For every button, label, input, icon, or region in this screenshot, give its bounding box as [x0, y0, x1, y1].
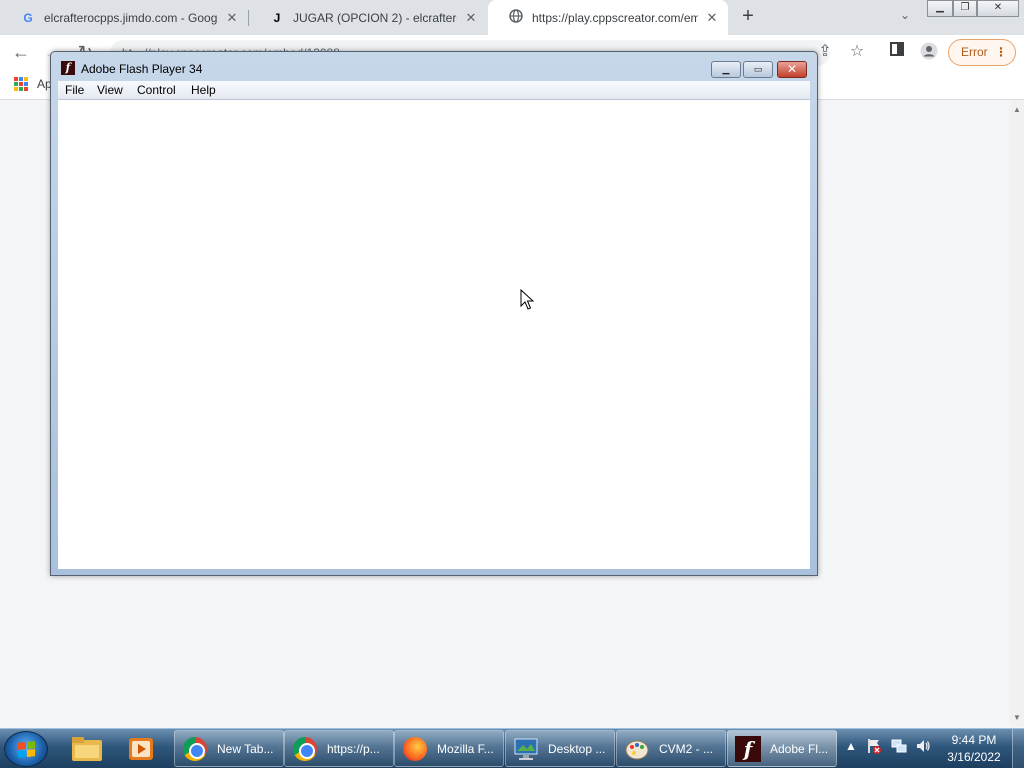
- close-icon[interactable]: ✕: [704, 10, 720, 26]
- browser-tab-strip: G elcrafterocpps.jimdo.com - Goog ✕ J JU…: [0, 0, 1024, 35]
- globe-icon: [508, 9, 524, 26]
- show-hidden-icons-icon[interactable]: ▲: [843, 738, 859, 754]
- taskbar-button-label: https://p...: [327, 741, 380, 756]
- taskbar-button-firefox[interactable]: Mozilla F...: [394, 730, 504, 767]
- new-tab-button[interactable]: +: [736, 5, 760, 29]
- system-clock[interactable]: 9:44 PM 3/16/2022: [940, 732, 1008, 766]
- clock-date: 3/16/2022: [947, 750, 1001, 764]
- show-desktop-button[interactable]: [1012, 729, 1024, 768]
- tab-cppscreator[interactable]: https://play.cppscreator.com/em ✕: [488, 0, 728, 35]
- flash-content-area[interactable]: [58, 100, 810, 569]
- side-panel-icon[interactable]: [886, 42, 908, 64]
- mouse-cursor-icon: [520, 288, 535, 311]
- menu-help[interactable]: Help: [191, 83, 216, 97]
- volume-icon[interactable]: [915, 738, 931, 754]
- maximize-icon[interactable]: ▭: [743, 61, 773, 78]
- media-player-pin[interactable]: [116, 731, 166, 766]
- paint-icon: [623, 735, 651, 763]
- taskbar-button-new-tab[interactable]: New Tab...: [174, 730, 284, 767]
- tab-label: JUGAR (OPCION 2) - elcrafteroc: [293, 10, 457, 25]
- apps-grid-icon[interactable]: [14, 77, 28, 91]
- profile-error-button[interactable]: Error ⋮: [948, 39, 1016, 66]
- restore-icon[interactable]: ❐: [953, 0, 977, 17]
- profile-avatar-icon[interactable]: [918, 42, 940, 64]
- minimize-icon[interactable]: ▁: [711, 61, 741, 78]
- flash-icon: f: [61, 61, 75, 75]
- scroll-up-icon[interactable]: ▲: [1010, 103, 1024, 117]
- folder-icon: [72, 736, 102, 761]
- chrome-icon: [291, 735, 319, 763]
- tab-search-button[interactable]: ⌄: [895, 8, 915, 28]
- menu-view[interactable]: View: [97, 83, 123, 97]
- taskbar-button-label: CVM2 - ...: [659, 741, 714, 756]
- close-icon[interactable]: ✕: [224, 10, 240, 26]
- taskbar-button-desktop[interactable]: Desktop ...: [505, 730, 615, 767]
- back-arrow-icon[interactable]: ←: [8, 40, 34, 66]
- close-icon[interactable]: ✕: [463, 10, 479, 26]
- taskbar-button-label: New Tab...: [217, 741, 274, 756]
- taskbar-button-flash[interactable]: f Adobe Fl...: [727, 730, 837, 767]
- scroll-down-icon[interactable]: ▼: [1010, 711, 1024, 725]
- minimize-icon[interactable]: ▁: [927, 0, 953, 17]
- tab-google[interactable]: G elcrafterocpps.jimdo.com - Goog ✕: [0, 0, 248, 35]
- page-scrollbar[interactable]: ▲ ▼: [1010, 101, 1024, 727]
- bookmark-star-icon[interactable]: ☆: [846, 42, 868, 64]
- tab-label: https://play.cppscreator.com/em: [532, 10, 698, 25]
- flash-player-window: f Adobe Flash Player 34 ▁ ▭ ✕ File View …: [50, 51, 818, 576]
- more-menu-icon: ⋮: [995, 45, 1007, 59]
- window-title: Adobe Flash Player 34: [81, 62, 203, 76]
- menu-control[interactable]: Control: [137, 83, 176, 97]
- taskbar-button-label: Desktop ...: [548, 741, 606, 756]
- taskbar-button-label: Adobe Fl...: [770, 741, 829, 756]
- google-icon: G: [23, 10, 33, 25]
- clock-time: 9:44 PM: [951, 733, 997, 747]
- close-icon[interactable]: ✕: [977, 0, 1019, 17]
- jimdo-icon: J: [273, 10, 281, 25]
- tab-label: elcrafterocpps.jimdo.com - Goog: [44, 10, 218, 25]
- action-center-flag-icon[interactable]: [866, 738, 882, 754]
- windows-logo-icon: [18, 741, 35, 758]
- taskbar-button-cvm2[interactable]: CVM2 - ...: [616, 730, 726, 767]
- desktop-icon: [512, 735, 540, 763]
- start-button[interactable]: [4, 731, 48, 767]
- network-icon[interactable]: [891, 738, 907, 754]
- menu-file[interactable]: File: [65, 83, 84, 97]
- close-icon[interactable]: ✕: [777, 61, 807, 78]
- flash-icon: f: [734, 735, 762, 763]
- taskbar-button-label: Mozilla F...: [437, 741, 494, 756]
- explorer-pin[interactable]: [62, 731, 112, 766]
- firefox-icon: [401, 735, 429, 763]
- media-player-icon: [129, 737, 153, 760]
- tab-jugar[interactable]: J JUGAR (OPCION 2) - elcrafteroc ✕: [249, 0, 487, 35]
- chrome-icon: [181, 735, 209, 763]
- taskbar-button-chrome-page[interactable]: https://p...: [284, 730, 394, 767]
- error-label: Error: [961, 45, 988, 59]
- flash-menu-bar: File View Control Help: [58, 81, 810, 100]
